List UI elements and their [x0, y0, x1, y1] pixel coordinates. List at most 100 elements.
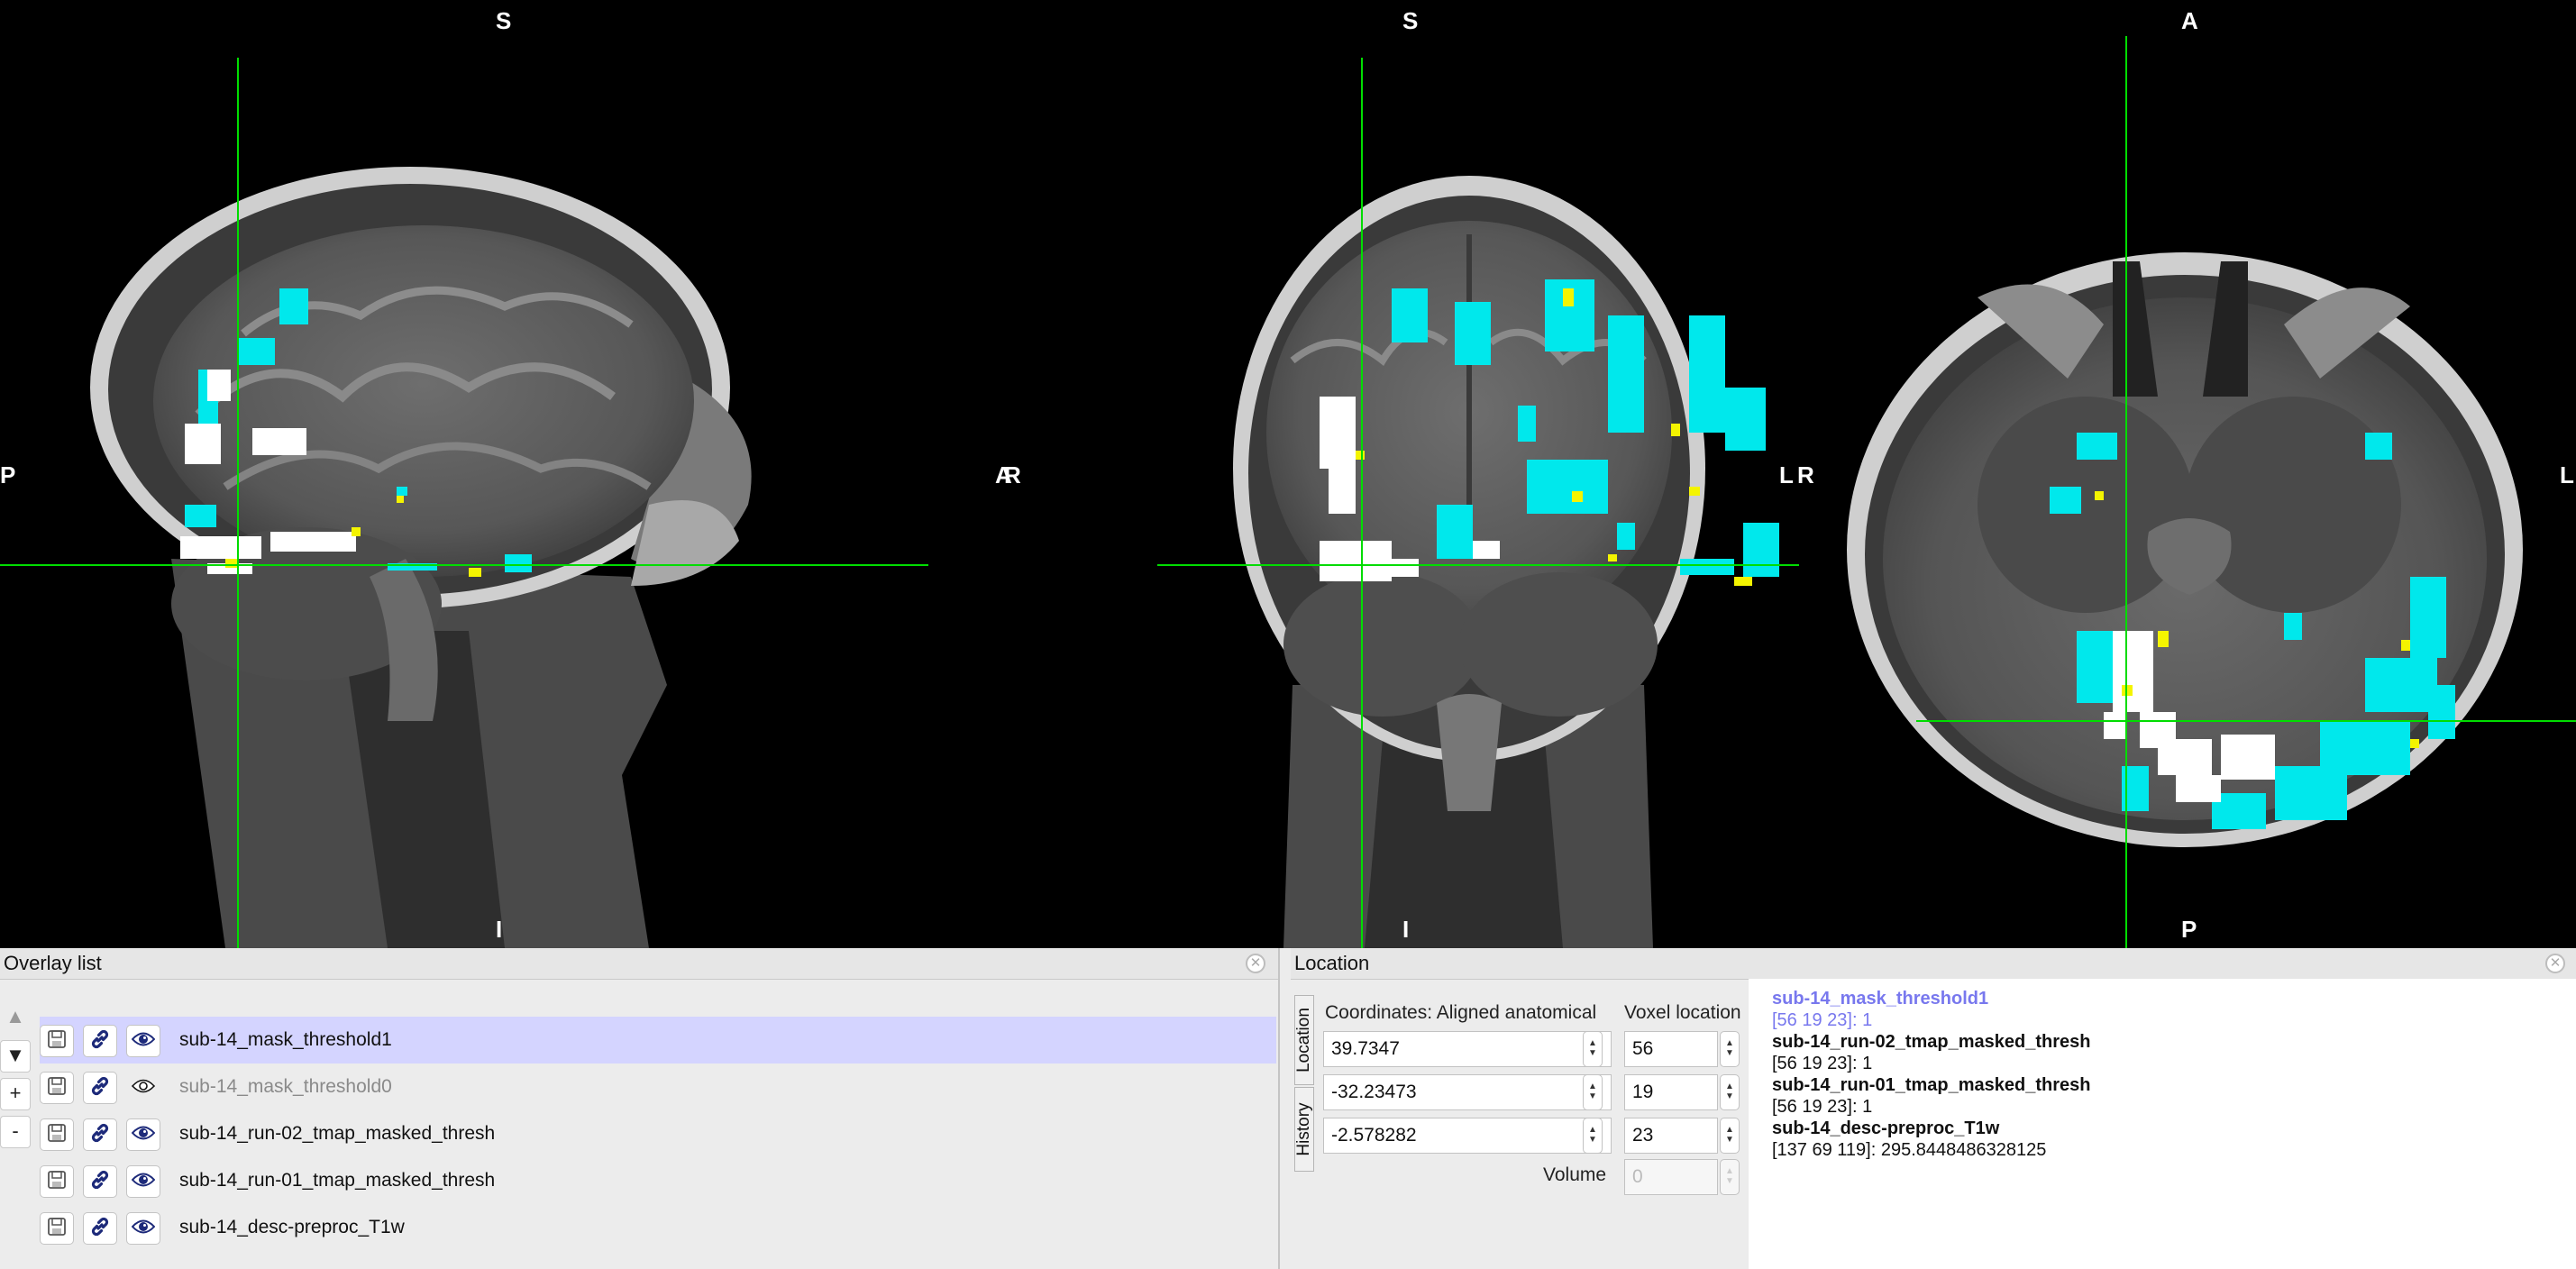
- sagittal-view[interactable]: S I P A: [0, 0, 1012, 948]
- location-panel: Location ✕ Location History Coordinates:…: [1291, 948, 2576, 1269]
- save-button[interactable]: [40, 1118, 74, 1151]
- info-voxel-value: [137 69 119]: 295.8448486328125: [1772, 1140, 2047, 1160]
- remove-overlay-button[interactable]: -: [0, 1116, 31, 1148]
- link-button[interactable]: [83, 1212, 117, 1245]
- overlay-list-header: Overlay list ✕: [0, 948, 1278, 980]
- coord-x-field[interactable]: 39.7347: [1323, 1031, 1612, 1067]
- save-icon: [46, 1028, 68, 1054]
- overlay-name: sub-14_desc-preproc_T1w: [179, 1217, 405, 1237]
- link-button[interactable]: [83, 1118, 117, 1151]
- tab-history[interactable]: History: [1294, 1087, 1314, 1172]
- add-overlay-button[interactable]: +: [0, 1078, 31, 1110]
- save-icon: [46, 1216, 68, 1242]
- link-icon: [88, 1168, 112, 1196]
- coord-y-stepper[interactable]: ▲ ▼: [1583, 1074, 1603, 1110]
- overlay-row[interactable]: sub-14_mask_threshold0: [40, 1064, 1276, 1110]
- voxel-y-field[interactable]: 19: [1624, 1074, 1718, 1110]
- visibility-toggle[interactable]: [126, 1212, 160, 1245]
- coordinates-label: Coordinates: Aligned anatomical: [1325, 1002, 1597, 1023]
- overlay-name: sub-14_mask_threshold1: [179, 1029, 392, 1050]
- axial-view[interactable]: A P R L: [1797, 0, 2576, 948]
- orient-top: A: [2181, 7, 2198, 34]
- coord-x-stepper[interactable]: ▲ ▼: [1583, 1031, 1603, 1067]
- overlay-list-controls: ▲ ▼ + -: [0, 1002, 34, 1154]
- overlay-list-title: Overlay list: [4, 952, 102, 974]
- link-icon: [88, 1074, 112, 1102]
- link-icon: [88, 1215, 112, 1243]
- overlay-row[interactable]: sub-14_run-01_tmap_masked_thresh: [40, 1157, 1276, 1204]
- overlay-row[interactable]: sub-14_desc-preproc_T1w: [40, 1204, 1276, 1251]
- coord-y-field[interactable]: -32.23473: [1323, 1074, 1612, 1110]
- overlay-list-panel: Overlay list ✕ ▲ ▼ + - sub-14_mask_thres…: [0, 948, 1280, 1269]
- save-button[interactable]: [40, 1025, 74, 1057]
- ortho-viewer[interactable]: S I P A S I R L A P R L: [0, 0, 2576, 948]
- orient-bottom: P: [2181, 916, 2197, 943]
- visibility-toggle[interactable]: [126, 1025, 160, 1057]
- orient-top: S: [496, 7, 512, 34]
- info-overlay-name: sub-14_run-02_tmap_masked_thresh: [1772, 1032, 2091, 1052]
- coronal-slice: [1157, 58, 1799, 948]
- save-button[interactable]: [40, 1212, 74, 1245]
- location-header: Location ✕: [1291, 948, 2576, 980]
- volume-stepper[interactable]: ▲ ▼: [1720, 1159, 1740, 1195]
- eye-off-icon: [131, 1077, 156, 1100]
- info-voxel-value: [56 19 23]: 1: [1772, 1097, 1873, 1117]
- overlay-list: sub-14_mask_threshold1 sub-14_mask_thresh…: [40, 1017, 1276, 1251]
- voxel-location-label: Voxel location: [1624, 1002, 1741, 1023]
- orient-right: L: [2560, 461, 2574, 488]
- move-up-button[interactable]: ▲: [0, 1002, 31, 1035]
- visibility-toggle[interactable]: [126, 1118, 160, 1151]
- eye-icon: [131, 1171, 156, 1193]
- bottom-panels: Overlay list ✕ ▲ ▼ + - sub-14_mask_thres…: [0, 948, 2576, 1269]
- tab-location[interactable]: Location: [1294, 995, 1314, 1085]
- save-button[interactable]: [40, 1072, 74, 1104]
- link-button[interactable]: [83, 1072, 117, 1104]
- orient-left: R: [1004, 461, 1021, 488]
- close-panel-button[interactable]: ✕: [1246, 954, 1265, 973]
- location-tabs: Location History: [1294, 995, 1316, 1172]
- location-title: Location: [1294, 952, 1370, 974]
- sagittal-slice: [0, 58, 928, 948]
- eye-icon: [131, 1030, 156, 1053]
- coord-z-field[interactable]: -2.578282: [1323, 1118, 1612, 1154]
- save-icon: [46, 1075, 68, 1101]
- overlay-name: sub-14_run-02_tmap_masked_thresh: [179, 1123, 496, 1144]
- link-button[interactable]: [83, 1025, 117, 1057]
- coronal-view[interactable]: S I R L: [1004, 0, 1815, 948]
- info-voxel-value: [56 19 23]: 1: [1772, 1054, 1873, 1073]
- info-overlay-name: sub-14_mask_threshold1: [1772, 989, 1989, 1009]
- visibility-toggle[interactable]: [126, 1072, 160, 1104]
- volume-field[interactable]: 0: [1624, 1159, 1718, 1195]
- orient-bottom: I: [496, 916, 503, 943]
- overlay-row[interactable]: sub-14_mask_threshold1: [40, 1017, 1276, 1064]
- save-icon: [46, 1169, 68, 1195]
- overlay-row[interactable]: sub-14_run-02_tmap_masked_thresh: [40, 1110, 1276, 1157]
- info-voxel-value: [56 19 23]: 1: [1772, 1010, 1873, 1030]
- save-icon: [46, 1122, 68, 1148]
- move-down-button[interactable]: ▼: [0, 1040, 31, 1073]
- orient-left: P: [0, 461, 16, 488]
- orient-bottom: I: [1402, 916, 1410, 943]
- orient-left: R: [1797, 461, 1814, 488]
- coord-z-stepper[interactable]: ▲ ▼: [1583, 1118, 1603, 1154]
- overlay-name: sub-14_mask_threshold0: [179, 1076, 392, 1097]
- voxel-x-field[interactable]: 56: [1624, 1031, 1718, 1067]
- orient-top: S: [1402, 7, 1419, 34]
- close-panel-button[interactable]: ✕: [2545, 954, 2565, 973]
- visibility-toggle[interactable]: [126, 1165, 160, 1198]
- voxel-z-stepper[interactable]: ▲ ▼: [1720, 1118, 1740, 1154]
- orient-right: L: [1779, 461, 1794, 488]
- link-icon: [88, 1121, 112, 1149]
- voxel-y-stepper[interactable]: ▲ ▼: [1720, 1074, 1740, 1110]
- link-icon: [88, 1027, 112, 1055]
- eye-icon: [131, 1218, 156, 1240]
- voxel-x-stepper[interactable]: ▲ ▼: [1720, 1031, 1740, 1067]
- voxel-z-field[interactable]: 23: [1624, 1118, 1718, 1154]
- info-overlay-name: sub-14_desc-preproc_T1w: [1772, 1118, 2000, 1138]
- volume-label: Volume: [1543, 1164, 1607, 1185]
- save-button[interactable]: [40, 1165, 74, 1198]
- info-overlay-name: sub-14_run-01_tmap_masked_thresh: [1772, 1075, 2091, 1095]
- eye-icon: [131, 1124, 156, 1146]
- location-info: sub-14_mask_threshold1 [56 19 23]: 1 sub-1…: [1749, 979, 2576, 1269]
- link-button[interactable]: [83, 1165, 117, 1198]
